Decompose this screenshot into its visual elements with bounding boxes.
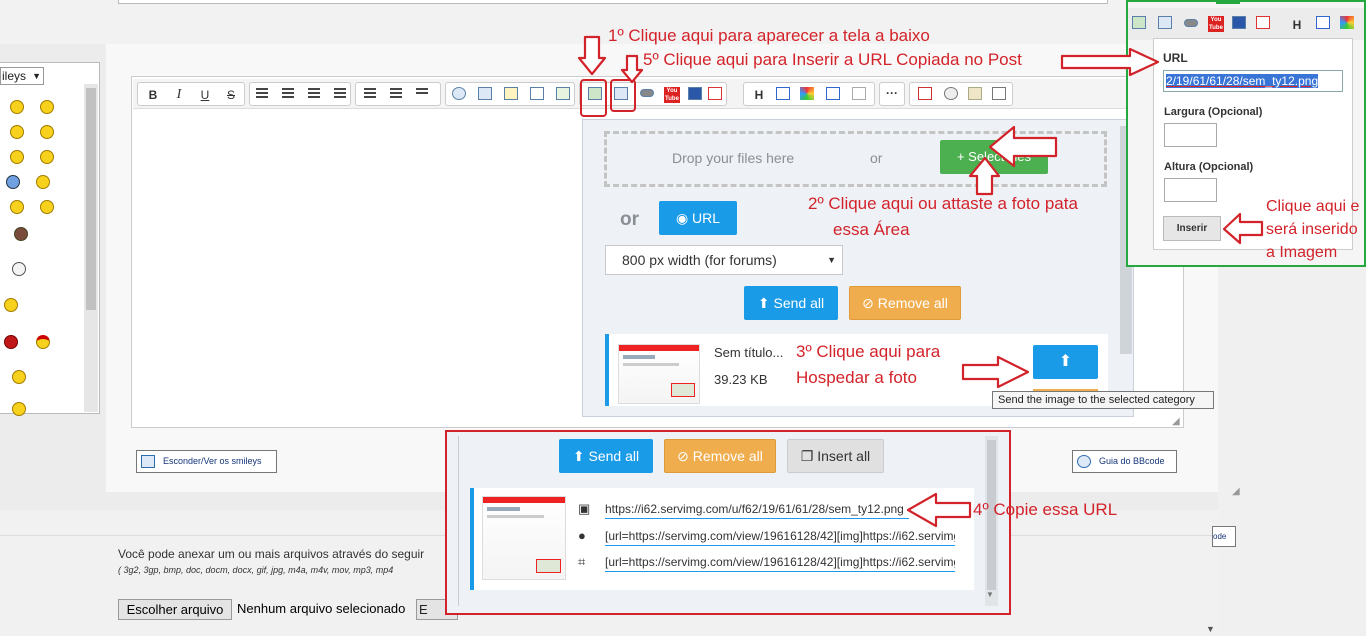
arrow-down-icon [620, 54, 644, 84]
arrow-up-icon [968, 156, 1001, 196]
annotation-arrows [577, 35, 1264, 528]
arrow-down-icon [577, 35, 607, 76]
arrow-right-icon [1060, 47, 1160, 77]
arrow-right-icon [961, 355, 1030, 389]
arrow-left-icon [1222, 212, 1264, 245]
arrow-left-icon [906, 492, 972, 528]
arrow-left-icon [988, 125, 1058, 168]
